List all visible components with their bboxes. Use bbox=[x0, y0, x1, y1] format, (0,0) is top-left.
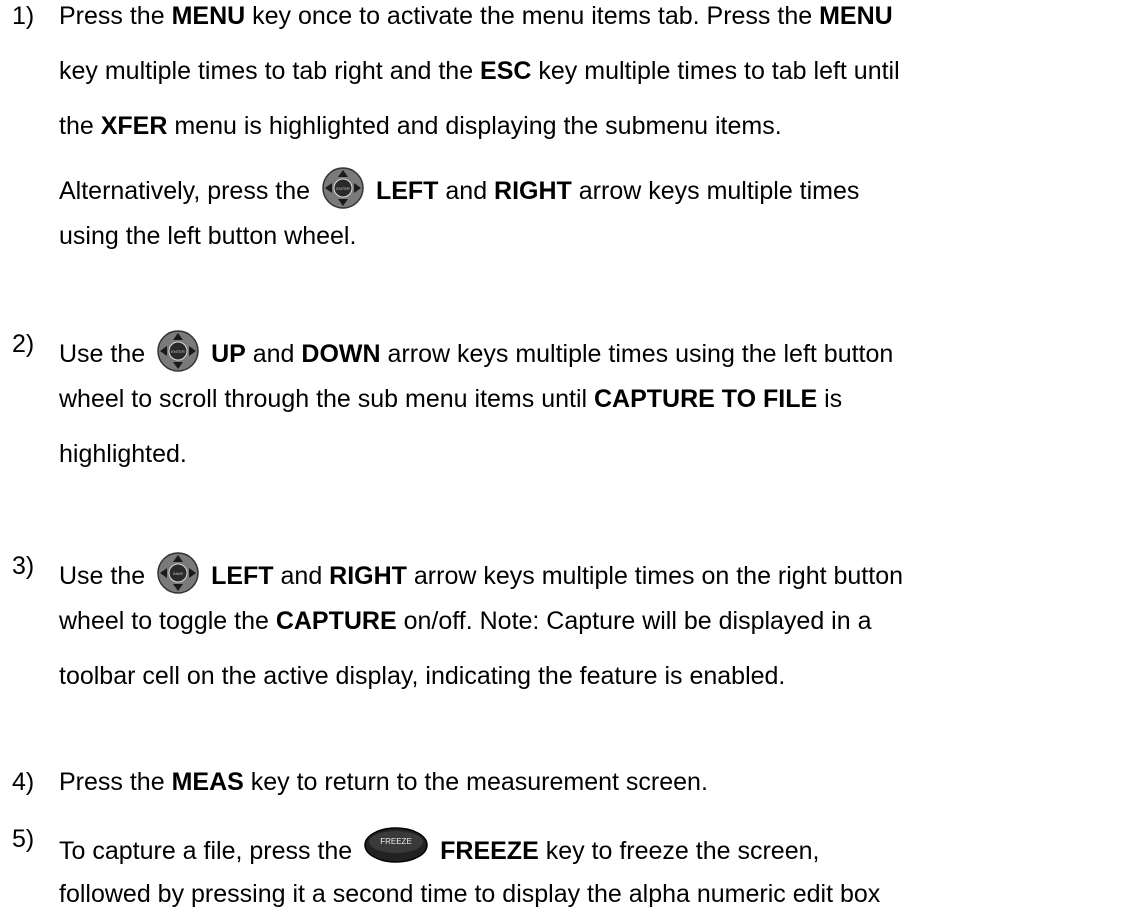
svg-text:FREEZE: FREEZE bbox=[380, 837, 412, 846]
step-line: key multiple times to tab right and the … bbox=[59, 57, 900, 86]
text-run: Alternatively, press the bbox=[59, 177, 317, 205]
text-run: wheel to toggle the bbox=[59, 607, 276, 635]
step-line: toolbar cell on the active display, indi… bbox=[59, 662, 785, 691]
step-number: 3) bbox=[12, 552, 35, 580]
step-line: Use the ENTER UP and DOWN arrow keys mul… bbox=[59, 330, 893, 372]
step-number: 4) bbox=[12, 768, 35, 796]
arrow-wheel-icon: ENTER bbox=[320, 167, 366, 209]
key-name: MENU bbox=[819, 2, 893, 30]
text-run: the bbox=[59, 112, 101, 140]
key-name: LEFT bbox=[375, 177, 439, 205]
text-run: Press the bbox=[59, 768, 172, 796]
key-name: XFER bbox=[100, 112, 168, 140]
text-run: and bbox=[438, 177, 495, 205]
text-run: Use the bbox=[59, 340, 153, 368]
step-line: Press the MEAS key to return to the meas… bbox=[59, 768, 708, 797]
step-line: the XFER menu is highlighted and display… bbox=[59, 112, 782, 141]
step-line: Use the SAVE LEFT and RIGHT arrow keys m… bbox=[59, 552, 903, 594]
step-number: 2) bbox=[12, 330, 35, 358]
text-run: on/off. Note: Capture will be displayed … bbox=[396, 607, 872, 635]
freeze-key-icon: FREEZE bbox=[363, 825, 429, 865]
text-run: toolbar cell on the active display, indi… bbox=[59, 662, 786, 690]
text-run: and bbox=[273, 562, 330, 590]
text-run: Press the bbox=[59, 2, 172, 30]
key-name: LEFT bbox=[211, 562, 274, 590]
text-run bbox=[369, 177, 376, 205]
step-line: wheel to toggle the CAPTURE on/off. Note… bbox=[59, 607, 872, 636]
key-name: CAPTURE bbox=[275, 607, 397, 635]
text-run: and bbox=[245, 340, 302, 368]
text-run: arrow keys multiple times using the left… bbox=[380, 340, 894, 368]
text-run: key to return to the measurement screen. bbox=[243, 768, 708, 796]
step-line: wheel to scroll through the sub menu ite… bbox=[59, 385, 842, 414]
key-name: UP bbox=[211, 340, 246, 368]
step-number: 1) bbox=[12, 2, 35, 30]
step-line: followed by pressing it a second time to… bbox=[59, 880, 880, 909]
text-run: arrow keys multiple times on the right b… bbox=[406, 562, 904, 590]
text-run: menu is highlighted and displaying the s… bbox=[167, 112, 782, 140]
text-run: key multiple times to tab right and the bbox=[59, 57, 481, 85]
step-line: using the left button wheel. bbox=[59, 222, 356, 251]
key-name: MEAS bbox=[171, 768, 244, 796]
text-run: arrow keys multiple times bbox=[571, 177, 860, 205]
text-run: followed by pressing it a second time to… bbox=[59, 880, 881, 908]
step-line: Press the MENU key once to activate the … bbox=[59, 2, 893, 31]
svg-text:ENTER: ENTER bbox=[336, 186, 350, 191]
text-run: is bbox=[817, 385, 843, 413]
text-run: using the left button wheel. bbox=[59, 222, 357, 250]
text-run: highlighted. bbox=[59, 440, 187, 468]
key-name: MENU bbox=[171, 2, 246, 30]
step-line: highlighted. bbox=[59, 440, 187, 469]
text-run: Use the bbox=[59, 562, 153, 590]
svg-text:ENTER: ENTER bbox=[171, 349, 185, 354]
key-name: ESC bbox=[480, 57, 532, 85]
key-name: RIGHT bbox=[329, 562, 407, 590]
text-run: To capture a file, press the bbox=[59, 837, 360, 865]
step-line: To capture a file, press the FREEZE FREE… bbox=[59, 825, 819, 866]
text-run: key once to activate the menu items tab.… bbox=[245, 2, 820, 30]
key-name: DOWN bbox=[301, 340, 381, 368]
key-name: RIGHT bbox=[494, 177, 572, 205]
step-line: Alternatively, press the ENTER LEFT and … bbox=[59, 167, 859, 209]
text-run: key multiple times to tab left until bbox=[531, 57, 900, 85]
arrow-wheel-icon: ENTER bbox=[155, 330, 201, 372]
document-page: { "steps": [ { "number": "1)", "lines": … bbox=[0, 0, 1140, 908]
key-name: FREEZE bbox=[440, 837, 539, 865]
text-run: key to freeze the screen, bbox=[538, 837, 820, 865]
svg-text:SAVE: SAVE bbox=[173, 571, 184, 576]
arrow-wheel-icon: SAVE bbox=[155, 552, 201, 594]
step-number: 5) bbox=[12, 825, 35, 853]
text-run: wheel to scroll through the sub menu ite… bbox=[59, 385, 594, 413]
key-name: CAPTURE TO FILE bbox=[594, 385, 818, 413]
